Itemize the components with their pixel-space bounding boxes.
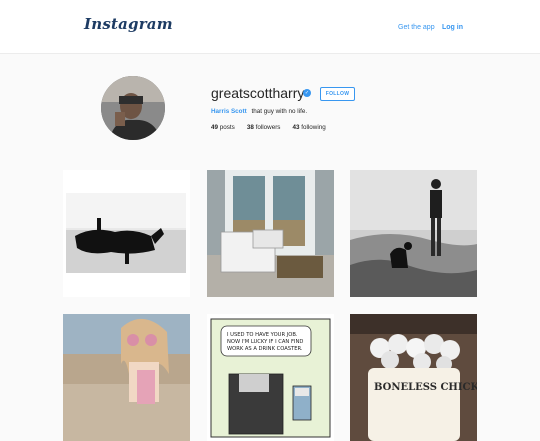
post-tile[interactable] <box>350 170 477 297</box>
comic-caption-line-1: I USED TO HAVE YOUR JOB. <box>227 332 298 338</box>
profile-avatar[interactable] <box>101 76 165 140</box>
profile-bio-text: that guy with no life. <box>251 108 308 115</box>
posts-count: 49 <box>211 124 219 131</box>
following-count: 43 <box>292 124 300 131</box>
get-the-app-link[interactable]: Get the app <box>398 24 435 31</box>
posts-label: posts <box>219 124 235 131</box>
posts-stat: 49 posts <box>211 124 235 131</box>
comic-caption-line-2: NOW I'M LUCKY IF I CAN FIND <box>227 339 303 345</box>
post-tile[interactable]: I USED TO HAVE YOUR JOB. NOW I'M LUCKY I… <box>207 314 334 441</box>
post-tile[interactable] <box>63 170 190 297</box>
instagram-logo[interactable]: Instagram <box>84 15 173 33</box>
top-navigation-bar: Instagram Get the app Log in <box>0 0 540 54</box>
post-tile[interactable] <box>63 314 190 441</box>
followers-stat[interactable]: 38 followers <box>247 124 281 131</box>
follow-button[interactable]: FOLLOW <box>320 87 355 101</box>
following-label: following <box>301 124 326 131</box>
post-tile[interactable] <box>207 170 334 297</box>
boneless-sign-text: BONELESS CHICKEN <box>374 382 477 393</box>
comic-caption-line-3: WORK AS A DRINK COASTER. <box>227 346 303 352</box>
verified-badge-icon: ✓ <box>303 89 311 97</box>
log-in-link[interactable]: Log in <box>442 24 463 31</box>
post-tile[interactable]: BONELESS CHICKEN <box>350 314 477 441</box>
profile-bio: Harris Scott that guy with no life. <box>211 108 307 115</box>
followers-count: 38 <box>246 124 254 131</box>
following-stat[interactable]: 43 following <box>292 124 325 131</box>
profile-username: greatscottharry <box>211 85 305 101</box>
followers-label: followers <box>255 124 281 131</box>
profile-stats: 49 posts 38 followers 43 following <box>211 124 326 131</box>
profile-full-name: Harris Scott <box>211 108 247 115</box>
